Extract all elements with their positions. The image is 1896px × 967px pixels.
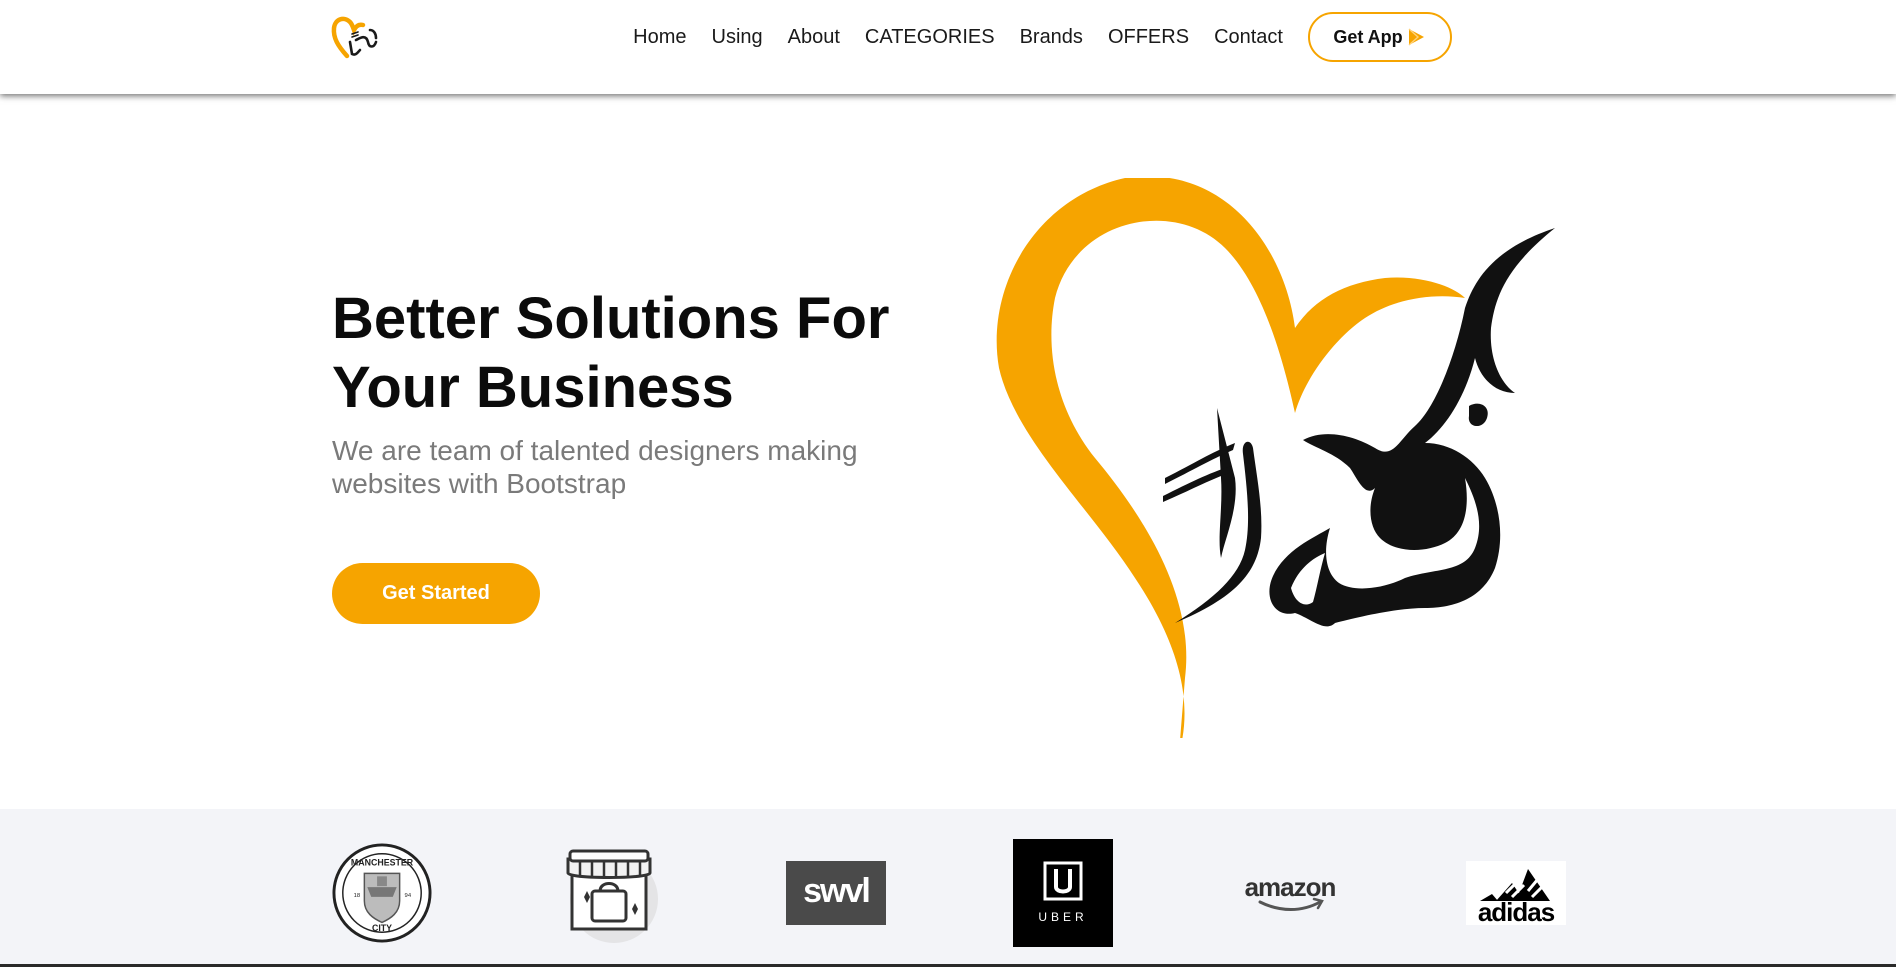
nav-categories[interactable]: CATEGORIES [865, 26, 995, 49]
adidas-text: adidas [1478, 897, 1555, 925]
svg-text:18: 18 [354, 893, 361, 899]
nav-about[interactable]: About [788, 26, 840, 49]
play-store-icon [1408, 28, 1424, 46]
hero-subtitle: We are team of talented designers making… [332, 435, 858, 499]
get-app-label: Get App [1333, 26, 1403, 47]
brand-logo[interactable] [330, 12, 380, 60]
hero-title: Better Solutions For Your Business [332, 286, 890, 420]
adidas-logo[interactable]: adidas [1466, 839, 1566, 947]
nav-using[interactable]: Using [712, 26, 763, 49]
nav-home[interactable]: Home [633, 26, 686, 49]
nav-offers[interactable]: OFFERS [1108, 26, 1189, 49]
main-nav: Home Using About CATEGORIES Brands OFFER… [608, 12, 1452, 62]
site-header: Home Using About CATEGORIES Brands OFFER… [0, 0, 1896, 94]
amazon-text: amazon [1245, 872, 1336, 902]
mancity-text-bottom: CITY [372, 923, 392, 933]
heart-calligraphy-logo-icon [331, 16, 378, 59]
uber-logo-icon: UBER [1013, 839, 1113, 947]
amazon-logo[interactable]: amazon [1240, 839, 1340, 947]
clients-strip: MANCHESTER CITY 18 94 swvl UBER amazon a… [0, 809, 1896, 967]
swvl-text: swvl [803, 872, 869, 910]
shop-bag-logo[interactable] [560, 839, 660, 947]
hero-illustration [995, 176, 1575, 753]
manchester-city-logo-icon: MANCHESTER CITY 18 94 [332, 843, 432, 943]
get-started-button[interactable]: Get Started [332, 563, 540, 624]
adidas-logo-icon: adidas [1466, 861, 1566, 925]
hero-section: Better Solutions For Your Business We ar… [0, 94, 1896, 809]
swvl-logo-icon: swvl [786, 861, 886, 925]
manchester-city-logo[interactable]: MANCHESTER CITY 18 94 [332, 839, 432, 947]
uber-text: UBER [1038, 910, 1087, 924]
svg-text:94: 94 [405, 893, 412, 899]
nav-contact[interactable]: Contact [1214, 26, 1283, 49]
heart-shukran-calligraphy-icon [996, 176, 1555, 753]
nav-brands[interactable]: Brands [1020, 26, 1083, 49]
get-app-button[interactable]: Get App [1308, 12, 1452, 62]
shop-bag-icon [566, 849, 658, 943]
uber-logo[interactable]: UBER [1013, 839, 1113, 947]
amazon-logo-icon: amazon [1245, 872, 1337, 911]
mancity-text-top: MANCHESTER [351, 858, 414, 868]
swvl-logo[interactable]: swvl [786, 839, 886, 947]
